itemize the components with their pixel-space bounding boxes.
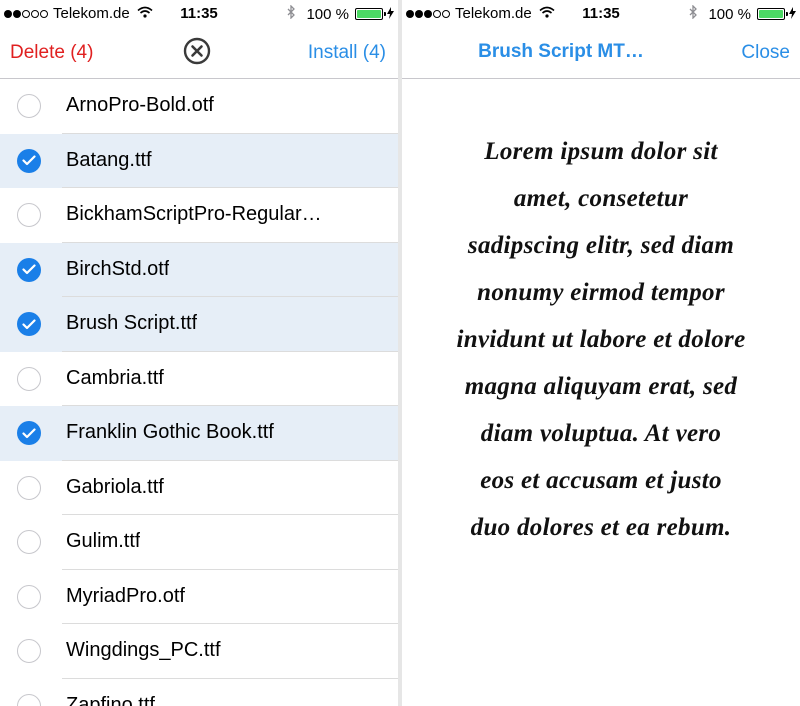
close-button[interactable]: Close (741, 42, 790, 64)
font-name: ArnoPro-Bold.otf (66, 94, 214, 116)
checkbox[interactable] (17, 148, 41, 173)
font-title: Brush Script MT… (478, 41, 644, 62)
status-right-group: 100 % (287, 4, 394, 23)
checkbox[interactable] (17, 693, 41, 706)
checkbox[interactable] (17, 530, 41, 554)
checkbox[interactable] (17, 257, 41, 282)
font-row[interactable]: Brush Script.ttf (0, 297, 398, 352)
checkbox[interactable] (17, 94, 41, 118)
checkmark-icon (22, 318, 36, 329)
checkbox[interactable] (17, 584, 41, 609)
checkmark-icon (22, 264, 36, 275)
preview-line: duo dolores et ea rebum. (470, 514, 732, 541)
font-preview-text: Lorem ipsum dolor sit amet, consetetur sad… (416, 128, 786, 551)
font-row[interactable]: BirchStd.otf (0, 242, 398, 297)
checkmark-icon (22, 155, 36, 166)
font-preview-screen: Telekom.de 11:35 100 % Brush Script MT… … (402, 0, 800, 706)
font-row[interactable]: Gabriola.ttf (0, 461, 398, 515)
split-screen: Telekom.de 11:35 100 % Delete (4) Instal… (0, 0, 800, 706)
checkbox[interactable] (17, 639, 41, 663)
bluetooth-icon (287, 4, 296, 23)
font-name: BirchStd.otf (66, 257, 170, 280)
status-right-group: 100 % (689, 4, 796, 23)
battery-icon (355, 8, 386, 20)
font-name: Brush Script.ttf (66, 312, 198, 334)
status-bar: Telekom.de 11:35 100 % (402, 0, 800, 28)
preview-line: sadipscing elitr, sed diam (467, 232, 735, 259)
delete-button[interactable]: Delete (4) (10, 42, 93, 64)
install-button[interactable]: Install (4) (308, 42, 386, 64)
bolt-icon (789, 6, 796, 22)
font-name: MyriadPro.otf (66, 584, 185, 607)
status-bar: Telekom.de 11:35 100 % (0, 0, 398, 28)
checkbox[interactable] (17, 366, 41, 391)
font-row[interactable]: Batang.ttf (0, 133, 398, 188)
checkbox[interactable] (17, 421, 41, 445)
checkbox[interactable] (17, 203, 41, 227)
font-row[interactable]: BickhamScriptPro-Regular… (0, 188, 398, 243)
navigation-bar: Delete (4) Install (4) (0, 28, 398, 79)
font-row[interactable]: MyriadPro.otf (0, 570, 398, 624)
font-row[interactable]: Franklin Gothic Book.ttf (0, 406, 398, 461)
checkbox[interactable] (17, 475, 41, 500)
battery-percent: 100 % (708, 5, 751, 23)
preview-line: magna aliquyam erat, sed (464, 373, 738, 400)
preview-line: amet, consetetur (513, 185, 689, 212)
font-name: Batang.ttf (66, 148, 152, 171)
font-name: Gulim.ttf (66, 530, 141, 552)
font-name: Gabriola.ttf (66, 475, 164, 498)
font-name: Cambria.ttf (66, 366, 164, 389)
font-row[interactable]: Zapfino.ttf (0, 679, 398, 706)
font-name: Zapfino.ttf (66, 693, 155, 706)
checkmark-icon (22, 427, 36, 438)
battery-percent: 100 % (306, 5, 349, 23)
font-row[interactable]: Cambria.ttf (0, 352, 398, 406)
preview-line: invidunt ut labore et dolore (456, 326, 746, 353)
navigation-bar: Brush Script MT… Close (402, 28, 800, 79)
font-row[interactable]: ArnoPro-Bold.otf (0, 79, 398, 134)
preview-line: nonumy eirmod tempor (477, 279, 725, 306)
preview-line: diam voluptua. At vero (480, 420, 722, 447)
bluetooth-icon (689, 4, 698, 23)
font-row[interactable]: Wingdings_PC.ttf (0, 624, 398, 679)
font-list: ArnoPro-Bold.otf Batang.ttf BickhamScriptP… (0, 79, 398, 706)
preview-line: eos et accusam et justo (480, 467, 722, 494)
font-name: BickhamScriptPro-Regular… (66, 203, 322, 225)
preview-line: Lorem ipsum dolor sit (484, 138, 718, 165)
font-name: Franklin Gothic Book.ttf (66, 421, 274, 443)
bolt-icon (387, 6, 394, 22)
font-row[interactable]: Gulim.ttf (0, 515, 398, 570)
close-circle-icon[interactable] (183, 37, 211, 65)
battery-icon (757, 8, 788, 20)
checkbox[interactable] (17, 312, 41, 336)
font-list-screen: Telekom.de 11:35 100 % Delete (4) Instal… (0, 0, 398, 706)
font-name: Wingdings_PC.ttf (66, 639, 221, 661)
